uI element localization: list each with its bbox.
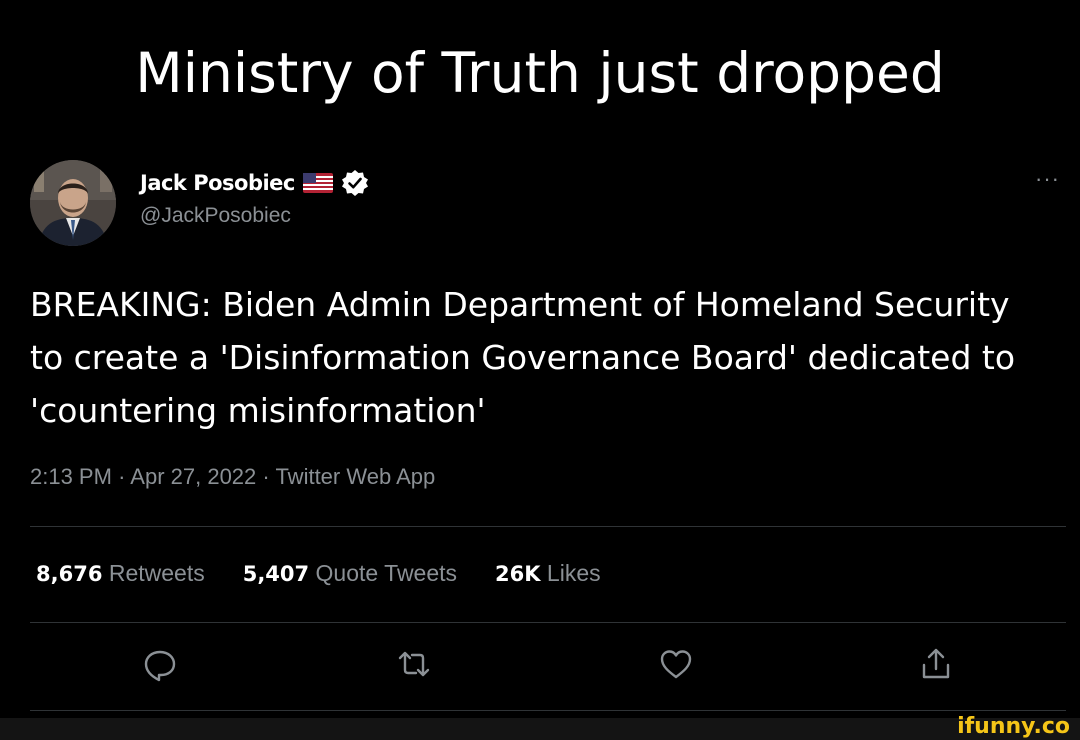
share-icon[interactable] [916,644,956,684]
watermark-bar: ifunny.co [0,714,1080,740]
retweets-stat[interactable]: 8,676 Retweets [36,558,205,589]
quote-tweets-count: 5,407 [242,562,310,586]
retweets-label: Retweets [108,560,205,586]
retweet-icon[interactable] [394,644,434,684]
tweet-meta: 2:13 PM · Apr 27, 2022 · Twitter Web App [30,464,435,490]
us-flag-icon [302,173,333,193]
tweet-text: BREAKING: Biden Admin Department of Home… [30,285,1016,430]
divider [30,622,1066,623]
retweets-count: 8,676 [36,562,103,586]
tweet-date[interactable]: Apr 27, 2022 [130,464,256,489]
meta-separator: · [118,464,126,489]
verified-badge-icon [341,169,369,197]
likes-label: Likes [546,560,601,586]
tweet-actions [30,644,1066,684]
more-options-icon[interactable]: ··· [1035,166,1060,192]
likes-stat[interactable]: 26K Likes [495,558,601,589]
avatar[interactable] [30,160,116,246]
tweet-source[interactable]: Twitter Web App [275,464,435,489]
author-name[interactable]: Jack Posobiec [140,171,295,195]
author-name-row: Jack Posobiec [140,168,369,198]
meme-caption: Ministry of Truth just dropped [135,41,945,105]
divider [30,710,1066,711]
tweet-time[interactable]: 2:13 PM [30,464,112,489]
reply-icon[interactable] [140,644,180,684]
divider [30,526,1066,527]
likes-count: 26K [495,562,541,586]
meta-separator: · [262,464,270,489]
like-heart-icon[interactable] [656,644,696,684]
tweet-stats: 8,676 Retweets 5,407 Quote Tweets 26K Li… [36,558,601,589]
quote-tweets-label: Quote Tweets [315,560,458,586]
quote-tweets-stat[interactable]: 5,407 Quote Tweets [243,558,457,589]
ifunny-watermark: ifunny.co [957,714,1070,739]
tweet-card: Jack Posobiec @JackPosobiec ··· BREAKING… [30,158,1066,718]
author-handle[interactable]: @JackPosobiec [140,204,291,228]
